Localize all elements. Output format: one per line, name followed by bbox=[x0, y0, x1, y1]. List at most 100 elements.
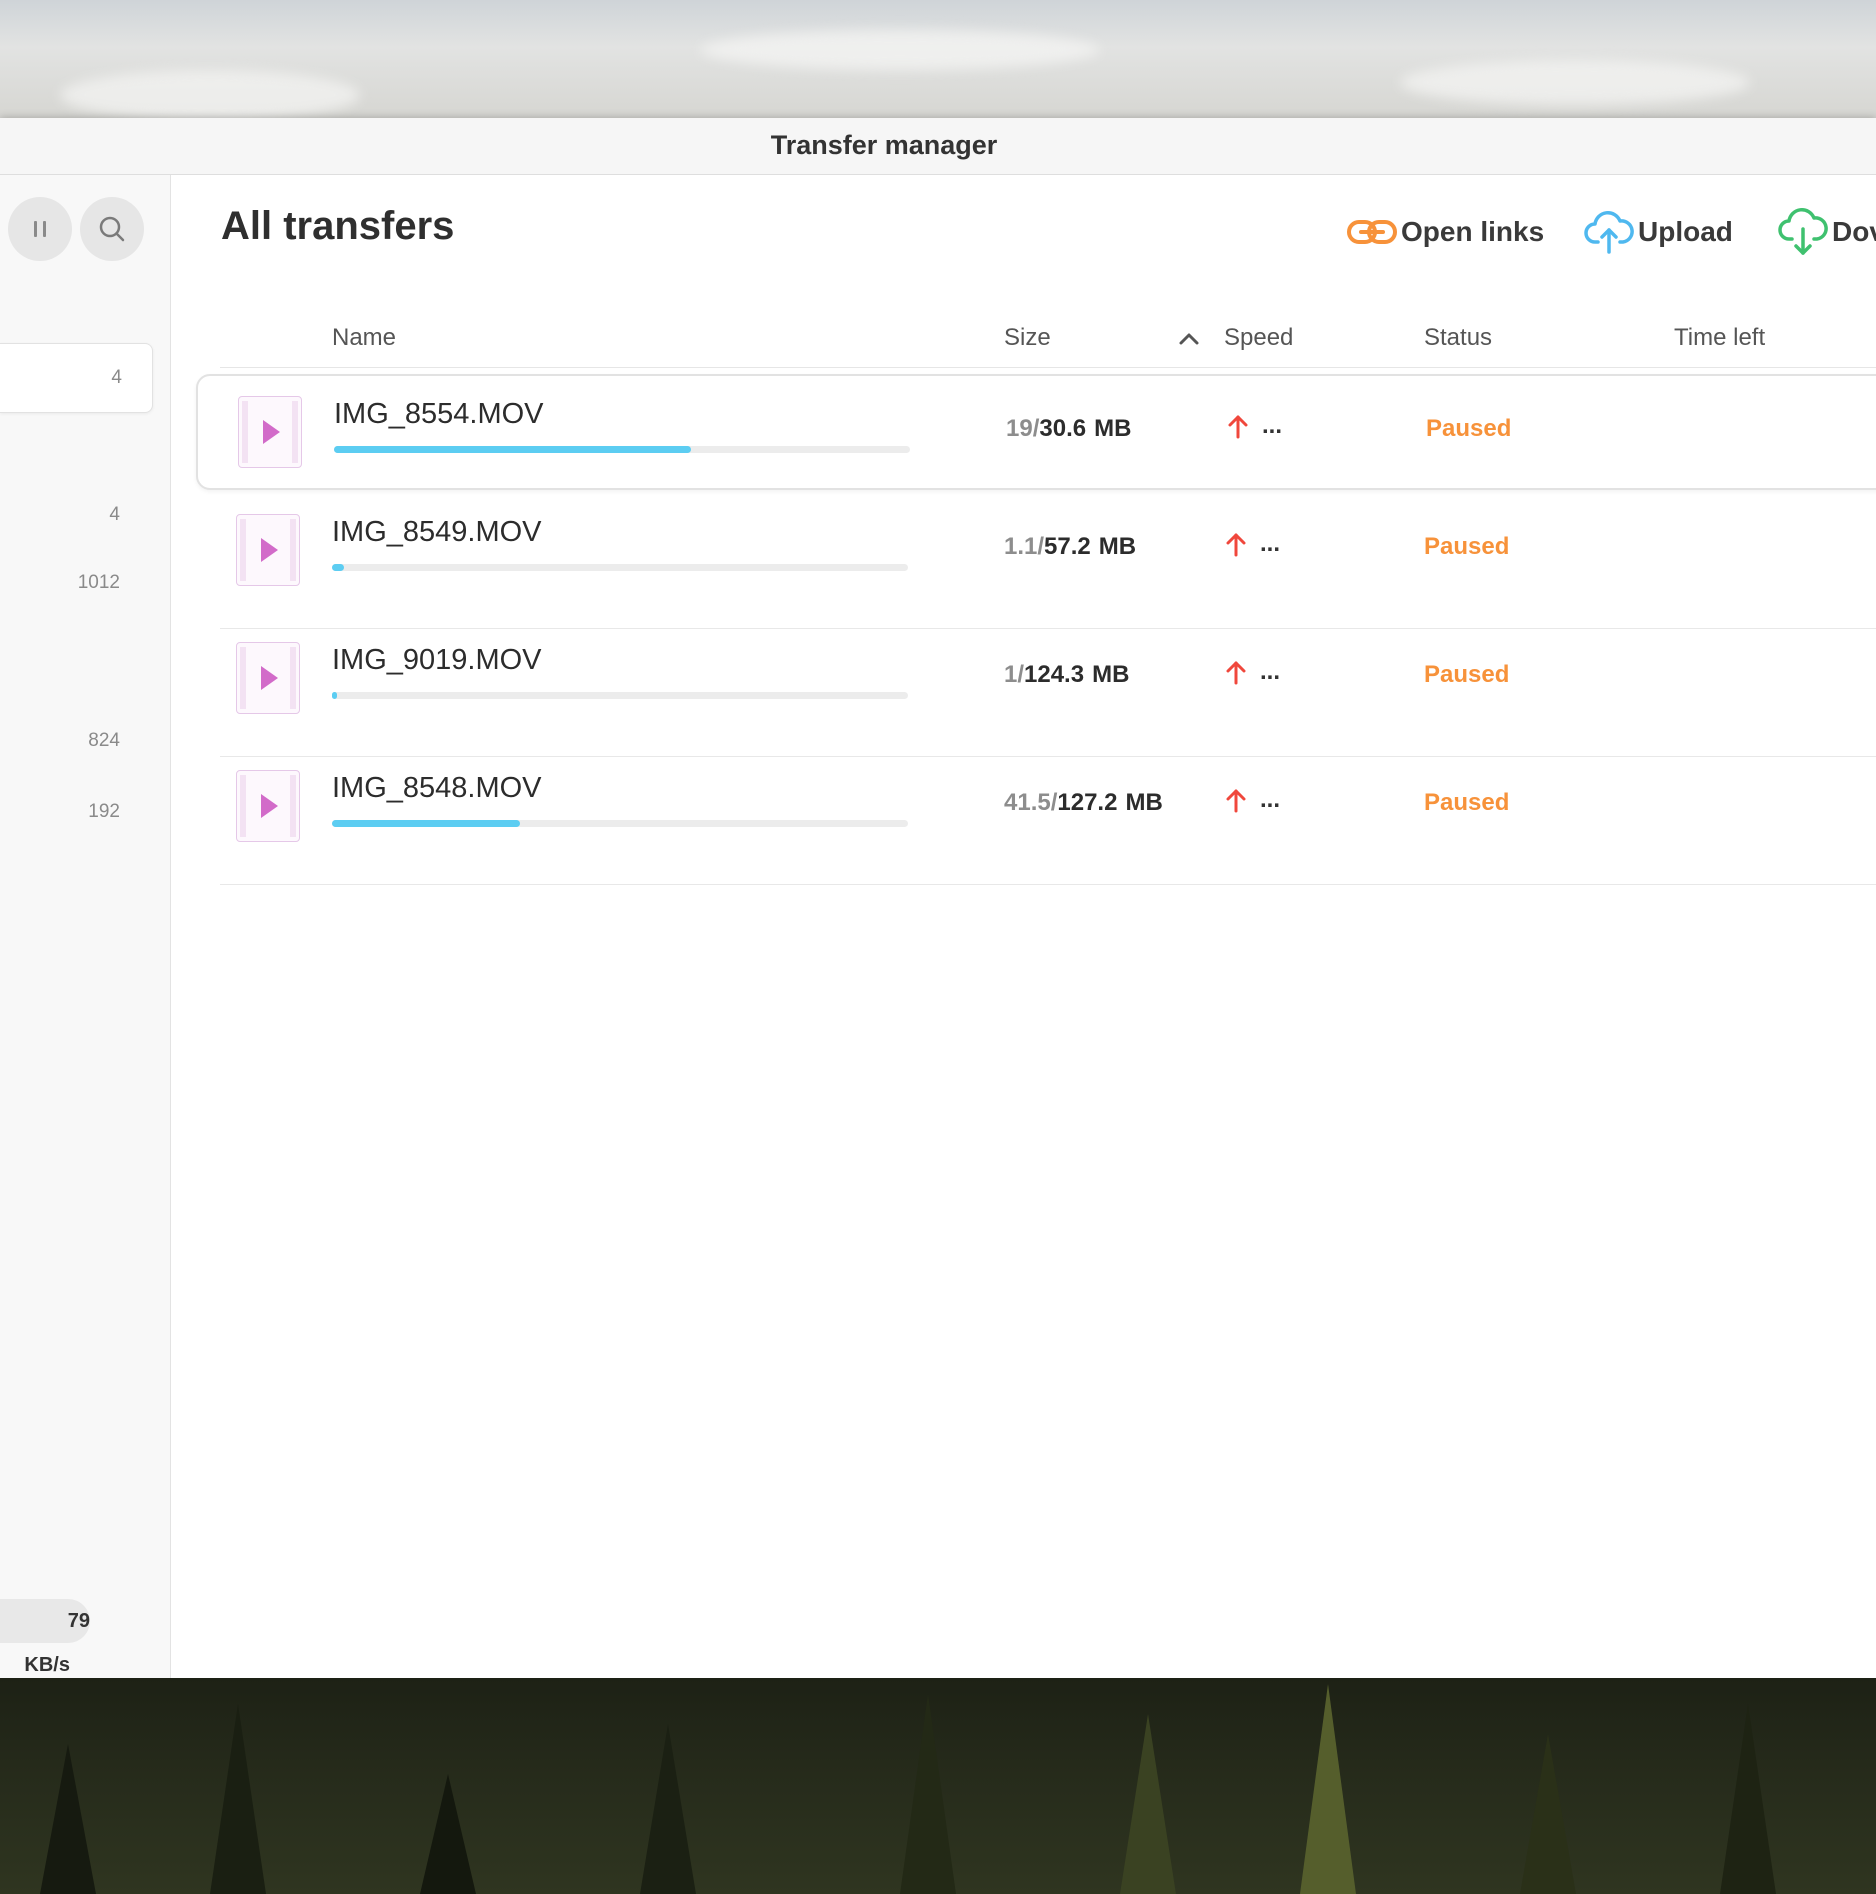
cloud bbox=[60, 70, 360, 120]
progress-bar bbox=[332, 692, 908, 699]
size-unit: MB bbox=[1125, 789, 1163, 816]
sidebar-item[interactable]: 192 bbox=[0, 792, 150, 832]
cloud-upload-icon bbox=[1584, 211, 1634, 254]
sidebar-count: 4 bbox=[111, 367, 122, 388]
upload-button[interactable]: Upload bbox=[1584, 210, 1733, 254]
size-cell: 19/30.6 MB bbox=[1006, 415, 1131, 443]
tree bbox=[1120, 1714, 1176, 1894]
tree bbox=[420, 1774, 476, 1894]
size-total: 30.6 bbox=[1039, 415, 1087, 442]
sidebar-item[interactable]: 824 bbox=[0, 721, 150, 761]
size-cell: 1.1/57.2 MB bbox=[1004, 533, 1136, 561]
size-total: 124.3 bbox=[1024, 661, 1085, 688]
title-bar[interactable]: Transfer manager bbox=[0, 118, 1876, 175]
transfer-row[interactable]: IMG_8548.MOV 41.5/127.2 MB... Paused bbox=[220, 758, 1876, 885]
video-file-icon bbox=[236, 514, 300, 586]
upload-arrow-icon bbox=[1226, 661, 1246, 685]
size-cell: 1/124.3 MB bbox=[1004, 661, 1129, 689]
tree bbox=[1300, 1684, 1356, 1894]
size-transferred: 1.1/ bbox=[1004, 533, 1045, 560]
size-unit: MB bbox=[1092, 661, 1130, 688]
upload-arrow-icon bbox=[1228, 415, 1248, 439]
desktop-wallpaper-forest bbox=[0, 1678, 1876, 1894]
transfer-row[interactable]: IMG_8554.MOV 19/30.6 MB... Paused bbox=[196, 374, 1876, 490]
search-icon bbox=[99, 216, 125, 242]
sidebar-item[interactable]: 1012 bbox=[0, 563, 150, 603]
file-name: IMG_8554.MOV bbox=[334, 398, 544, 430]
upload-arrow-icon bbox=[1226, 789, 1246, 813]
tree bbox=[210, 1704, 266, 1894]
search-button[interactable] bbox=[80, 197, 144, 261]
speed-value: ... bbox=[1260, 658, 1281, 685]
progress-fill bbox=[332, 564, 344, 571]
open-links-button[interactable]: Open links bbox=[1347, 210, 1544, 254]
tree bbox=[1720, 1704, 1776, 1894]
sidebar-count: 4 bbox=[109, 504, 120, 525]
total-speed-text: 79 KB/s bbox=[24, 1610, 90, 1676]
video-file-icon bbox=[236, 770, 300, 842]
progress-bar bbox=[334, 446, 910, 453]
status-badge: Paused bbox=[1424, 789, 1510, 816]
file-name: IMG_8549.MOV bbox=[332, 516, 542, 548]
status-badge: Paused bbox=[1426, 415, 1512, 442]
speed-value: ... bbox=[1260, 786, 1281, 813]
desktop-wallpaper-sky bbox=[0, 0, 1876, 120]
size-total: 57.2 bbox=[1044, 533, 1091, 560]
total-speed-indicator: 79 KB/s bbox=[0, 1599, 90, 1676]
progress-bar bbox=[332, 820, 908, 827]
status-badge: Paused bbox=[1424, 533, 1510, 560]
speed-cell: ... bbox=[1224, 530, 1280, 558]
pause-icon bbox=[34, 221, 46, 237]
speed-cell: ... bbox=[1224, 786, 1280, 814]
speed-value: ... bbox=[1260, 530, 1281, 557]
size-transferred: 41.5/ bbox=[1004, 789, 1058, 816]
size-cell: 41.5/127.2 MB bbox=[1004, 789, 1163, 817]
window-title: Transfer manager bbox=[770, 130, 998, 160]
size-transferred: 19/ bbox=[1006, 415, 1040, 442]
cloud-download-icon bbox=[1778, 208, 1828, 255]
sidebar-item-all-transfers[interactable]: 4 bbox=[0, 343, 153, 413]
video-file-icon bbox=[236, 642, 300, 714]
sidebar-count: 192 bbox=[88, 801, 120, 822]
column-header-speed[interactable]: Speed bbox=[1224, 324, 1293, 352]
upload-arrow-icon bbox=[1226, 533, 1246, 557]
progress-bar bbox=[332, 564, 908, 571]
tree bbox=[900, 1694, 956, 1894]
speed-cell: ... bbox=[1226, 412, 1282, 440]
open-links-label: Open links bbox=[1401, 216, 1545, 247]
sort-ascending-icon[interactable] bbox=[1178, 330, 1200, 346]
size-transferred: 1/ bbox=[1004, 661, 1025, 688]
cloud bbox=[1400, 60, 1750, 105]
cloud bbox=[700, 30, 1100, 70]
file-name: IMG_9019.MOV bbox=[332, 644, 542, 676]
sidebar-item[interactable]: 4 bbox=[0, 495, 150, 535]
tree bbox=[1520, 1734, 1576, 1894]
size-unit: MB bbox=[1094, 415, 1132, 442]
pause-all-button[interactable] bbox=[8, 197, 72, 261]
speed-value: ... bbox=[1262, 412, 1283, 439]
column-header-name[interactable]: Name bbox=[332, 324, 396, 352]
transfer-row[interactable]: IMG_8549.MOV 1.1/57.2 MB... Paused bbox=[220, 502, 1876, 629]
page-title: All transfers bbox=[221, 204, 455, 248]
tree bbox=[640, 1724, 696, 1894]
size-total: 127.2 bbox=[1057, 789, 1118, 816]
link-icon bbox=[1347, 220, 1397, 244]
header-divider bbox=[220, 367, 1876, 368]
download-button[interactable]: Dov bbox=[1778, 208, 1876, 255]
video-file-icon bbox=[238, 396, 302, 468]
transfer-manager-window: Transfer manager 4 4 1012 824 192 79 KB/… bbox=[0, 118, 1876, 1678]
column-header-status[interactable]: Status bbox=[1424, 324, 1492, 352]
sidebar: 4 4 1012 824 192 79 KB/s bbox=[0, 175, 171, 1678]
progress-fill bbox=[332, 692, 337, 699]
tree bbox=[40, 1744, 96, 1894]
column-header-size[interactable]: Size bbox=[1004, 324, 1051, 352]
transfer-row[interactable]: IMG_9019.MOV 1/124.3 MB... Paused bbox=[220, 630, 1876, 757]
upload-label: Upload bbox=[1638, 216, 1733, 247]
download-label: Dov bbox=[1832, 216, 1876, 247]
progress-fill bbox=[332, 820, 520, 827]
sidebar-count: 824 bbox=[88, 730, 120, 751]
column-header-time-left[interactable]: Time left bbox=[1674, 324, 1765, 352]
speed-cell: ... bbox=[1224, 658, 1280, 686]
file-name: IMG_8548.MOV bbox=[332, 772, 542, 804]
status-badge: Paused bbox=[1424, 661, 1510, 688]
